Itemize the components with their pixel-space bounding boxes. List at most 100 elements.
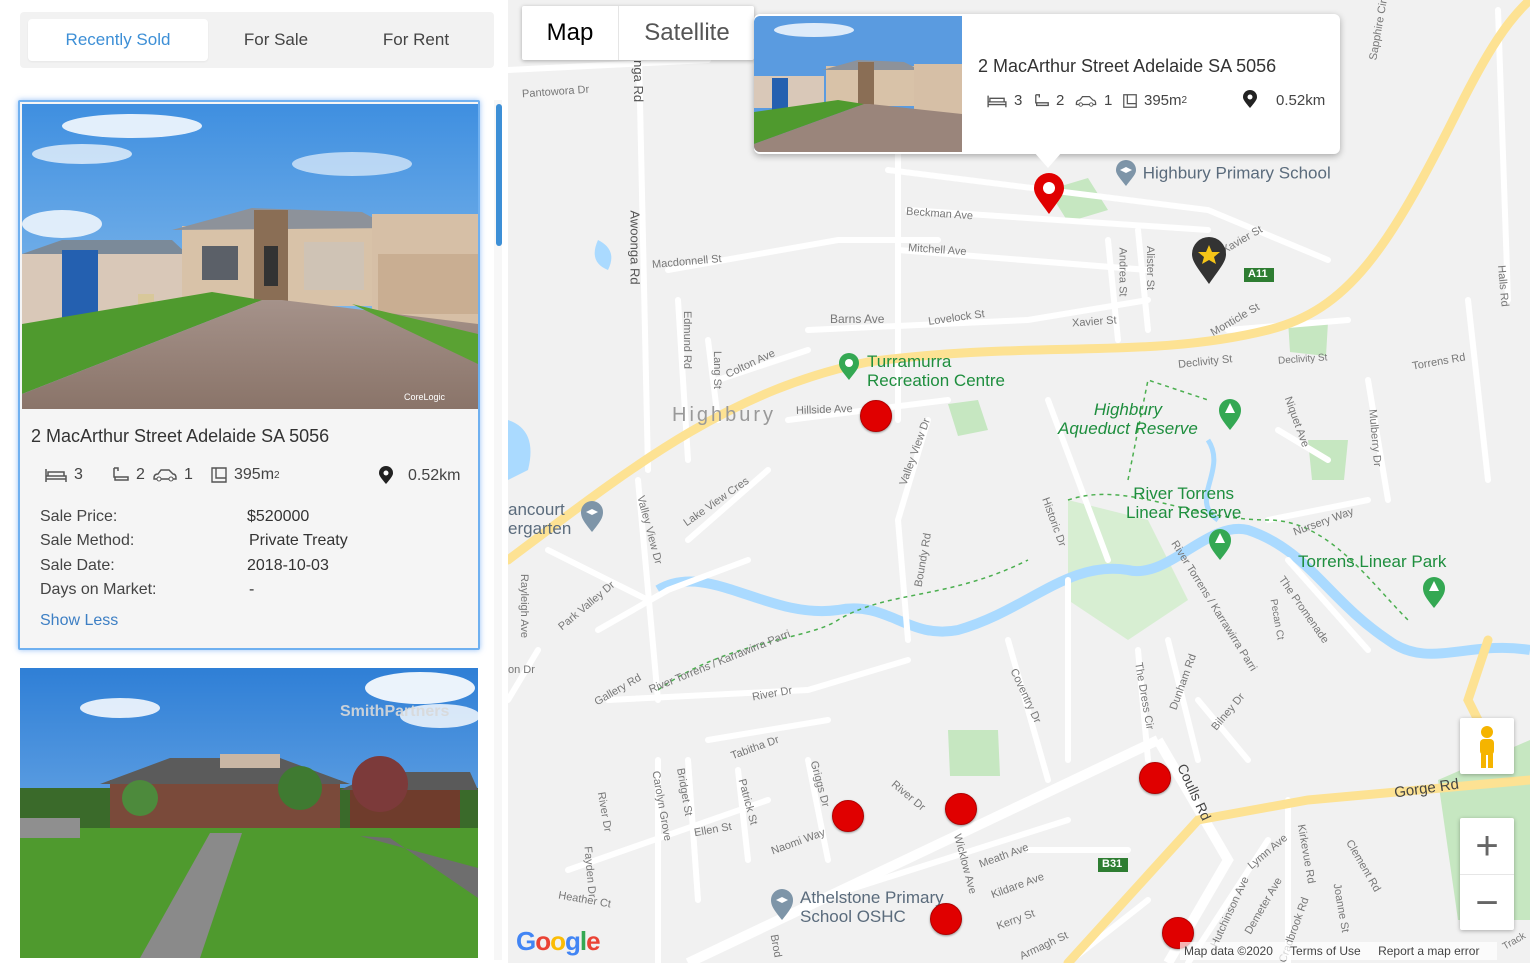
svg-text:CoreLogic: CoreLogic [404,392,446,402]
tree-pin-icon [1423,577,1445,608]
poi-label-line1: Athelstone Primary [800,888,944,907]
property-photo[interactable]: SmithPartners [20,668,478,958]
google-logo[interactable]: Google [516,926,601,957]
street-label: Barns Ave [830,312,885,326]
popup-bathrooms: 2 [1034,92,1064,109]
popup-distance-value: 0.52km [1276,91,1326,109]
poi-label-line1: Highbury [1093,400,1162,419]
sale-price-label: Sale Price: [40,508,118,525]
zoom-out-button[interactable]: − [1460,874,1514,931]
poi-label-line2: Recreation Centre [867,371,1005,390]
popup-property-photo[interactable] [754,16,962,152]
sale-method-value: Private Treaty [249,532,348,549]
car-icon [153,469,177,482]
land-size-icon [1123,93,1137,108]
poi-torrens-park-pin[interactable] [1422,576,1446,615]
poi-highbury-primary[interactable]: Highbury Primary School [1114,160,1331,188]
map-info-popup[interactable]: 2 MacArthur Street Adelaide SA 5056 3 2 … [754,14,1340,168]
school-icon [771,889,793,920]
star-pin-icon [1192,237,1226,284]
poi-label-line1: Turramurra [867,352,952,371]
pegman-icon [1480,726,1494,768]
street-label: on Dr [508,664,535,676]
property-marker[interactable] [930,903,962,935]
location-pin-icon [379,466,393,484]
map-data-copyright: Map data ©2020 [1184,944,1273,958]
poi-river-torrens-label: River Torrens Linear Reserve [1126,484,1241,522]
map-pin-icon [1034,173,1064,214]
bed-icon [987,95,1007,107]
listing-address: 2 MacArthur Street Adelaide SA 5056 [31,426,330,446]
popup-car-spaces-count: 1 [1104,92,1113,109]
land-size-unit-sup: 2 [274,469,280,481]
popup-car-spaces: 1 [1074,92,1112,109]
property-marker[interactable] [832,800,864,832]
street-label: Awoonga Rd [627,210,643,285]
poi-river-torrens-pin[interactable] [1208,528,1232,567]
tree-pin-icon [1219,399,1241,430]
tab-for-rent[interactable]: For Rent [346,19,486,61]
bath-icon [1035,93,1049,106]
listing-type-tabs: Recently Sold For Sale For Rent [20,12,494,68]
popup-bedrooms-count: 3 [1014,92,1023,109]
property-card-selected[interactable]: CoreLogic 2 MacArthur Street Adelaide SA… [18,100,480,650]
poi-label-line1: River Torrens [1133,484,1235,503]
poi-aqueduct-pin[interactable] [1218,398,1242,437]
zoom-in-button[interactable]: + [1460,818,1514,874]
map-type-control: Map Satellite [522,6,754,60]
property-marker[interactable] [1139,762,1171,794]
street-label: Andrea St [1116,247,1129,297]
property-marker[interactable] [860,400,892,432]
land-size-value: 395m [234,466,275,483]
sale-method-label: Sale Method: [40,532,135,549]
popup-land-size-value: 395m [1144,92,1182,109]
location-pin-icon [1243,90,1257,108]
poi-label-line1: ancourt [508,500,565,519]
popup-land-size: 395m 2 [1122,92,1187,109]
days-on-market-label: Days on Market: [40,581,157,598]
property-card[interactable]: SmithPartners [20,668,478,958]
a11-shield: A11 [1248,268,1268,280]
school-icon [581,501,603,532]
bathrooms: 2 [112,466,145,484]
poi-turramurra[interactable] [838,352,860,387]
map-type-map-button[interactable]: Map [522,6,618,60]
poi-kindergarten-pin[interactable] [580,500,604,539]
car-spaces: 1 [152,466,193,484]
popup-tail [1034,152,1062,168]
popup-address: 2 MacArthur Street Adelaide SA 5056 [978,56,1277,76]
popup-distance: 0.52km [1240,90,1325,110]
map-type-satellite-button[interactable]: Satellite [618,6,755,60]
poi-athelstone-pin[interactable] [770,888,794,927]
car-icon [1075,95,1097,107]
selected-property-pin[interactable] [1032,172,1066,221]
terms-of-use-link[interactable]: Terms of Use [1290,944,1361,958]
report-map-error-link[interactable]: Report a map error [1378,944,1479,958]
days-on-market-value: - [249,581,255,598]
school-icon [1116,160,1136,186]
tab-recently-sold[interactable]: Recently Sold [28,19,208,61]
map-attribution: Map data ©2020 Terms of Use Report a map… [1180,942,1498,960]
park-pin-icon [839,353,859,380]
land-size-icon [211,467,227,483]
property-marker[interactable] [945,793,977,825]
show-less-link[interactable]: Show Less [40,612,118,630]
poi-label-line2: ergarten [508,519,572,538]
reference-location-pin[interactable] [1190,236,1228,291]
street-label: onga Rd [631,52,647,103]
map-view[interactable]: A11 B31 Pantowora Dr onga Rd Awoonga Rd … [508,0,1530,963]
distance: 0.52km [376,466,460,486]
popup-bedrooms: 3 [986,92,1022,109]
car-spaces-count: 1 [184,466,193,483]
poi-label-line2: School OSHC [800,907,906,926]
tab-for-sale[interactable]: For Sale [208,19,344,61]
street-view-pegman[interactable] [1460,718,1514,774]
listing-scrollbar-thumb[interactable] [496,104,502,246]
tree-pin-icon [1209,529,1231,560]
svg-text:SmithPartners: SmithPartners [340,703,449,720]
popup-bathrooms-count: 2 [1056,92,1065,109]
poi-turramurra-label: Turramurra Recreation Centre [867,352,1005,390]
poi-label-line2: Linear Reserve [1126,503,1242,522]
bathrooms-count: 2 [136,466,145,483]
property-photo[interactable]: CoreLogic [22,104,478,409]
